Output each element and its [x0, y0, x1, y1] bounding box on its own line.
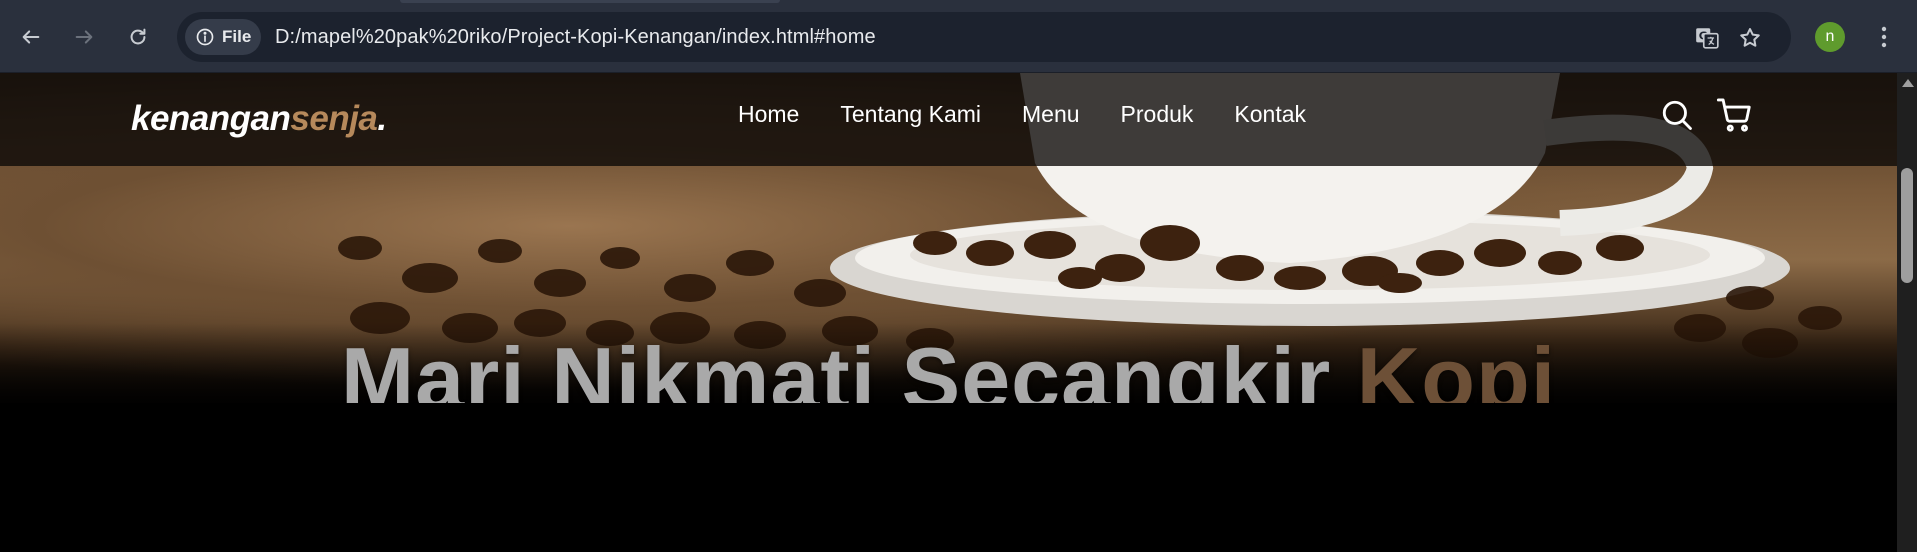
- nav-link-kontak[interactable]: Kontak: [1234, 101, 1306, 128]
- more-vertical-icon: [1881, 26, 1887, 48]
- search-button[interactable]: [1657, 95, 1697, 135]
- browser-toolbar: File D:/mapel%20pak%20riko/Project-Kopi-…: [0, 0, 1917, 73]
- reload-icon: [130, 28, 146, 45]
- reload-button[interactable]: [121, 20, 155, 54]
- forward-button[interactable]: [67, 20, 101, 54]
- active-tab-edge: [400, 0, 780, 3]
- info-icon: [196, 28, 214, 46]
- url-text[interactable]: D:/mapel%20pak%20riko/Project-Kopi-Kenan…: [275, 26, 876, 49]
- shopping-cart-icon: [1716, 98, 1751, 132]
- brand-suffix: .: [377, 99, 387, 138]
- scroll-thumb[interactable]: [1901, 168, 1913, 283]
- nav-link-menu[interactable]: Menu: [1022, 101, 1080, 128]
- nav-link-produk[interactable]: Produk: [1121, 101, 1194, 128]
- bookmark-button[interactable]: [1736, 24, 1764, 52]
- site-info-label: File: [222, 27, 252, 46]
- translate-icon: G: [1696, 28, 1719, 49]
- star-icon: [1740, 28, 1760, 47]
- cart-button[interactable]: [1715, 95, 1755, 135]
- page-viewport: Mari Nikmati Secangkir Kopi kenangansenj…: [0, 73, 1897, 552]
- scroll-up-arrow[interactable]: [1902, 79, 1914, 87]
- page-below-fold: [0, 403, 1897, 552]
- nav-link-home[interactable]: Home: [738, 101, 799, 128]
- browser-menu-button[interactable]: [1872, 20, 1896, 54]
- address-bar[interactable]: File D:/mapel%20pak%20riko/Project-Kopi-…: [177, 12, 1791, 62]
- arrow-right-icon: [75, 30, 93, 44]
- brand-main: kenangan: [131, 99, 291, 138]
- arrow-left-icon: [22, 30, 40, 44]
- site-info-chip[interactable]: File: [185, 19, 261, 55]
- nav-links: Home Tentang Kami Menu Produk Kontak: [738, 101, 1306, 128]
- page-scrollbar[interactable]: [1897, 73, 1917, 552]
- nav-actions: [1657, 95, 1755, 135]
- nav-link-tentang-kami[interactable]: Tentang Kami: [840, 101, 981, 128]
- search-icon: [1662, 100, 1692, 130]
- site-navbar: kenangansenja. Home Tentang Kami Menu Pr…: [0, 73, 1897, 166]
- profile-avatar[interactable]: n: [1815, 22, 1845, 52]
- back-button[interactable]: [14, 20, 48, 54]
- translate-button[interactable]: G: [1693, 24, 1721, 52]
- brand-logo[interactable]: kenangansenja.: [131, 99, 387, 139]
- brand-accent: senja: [290, 99, 378, 138]
